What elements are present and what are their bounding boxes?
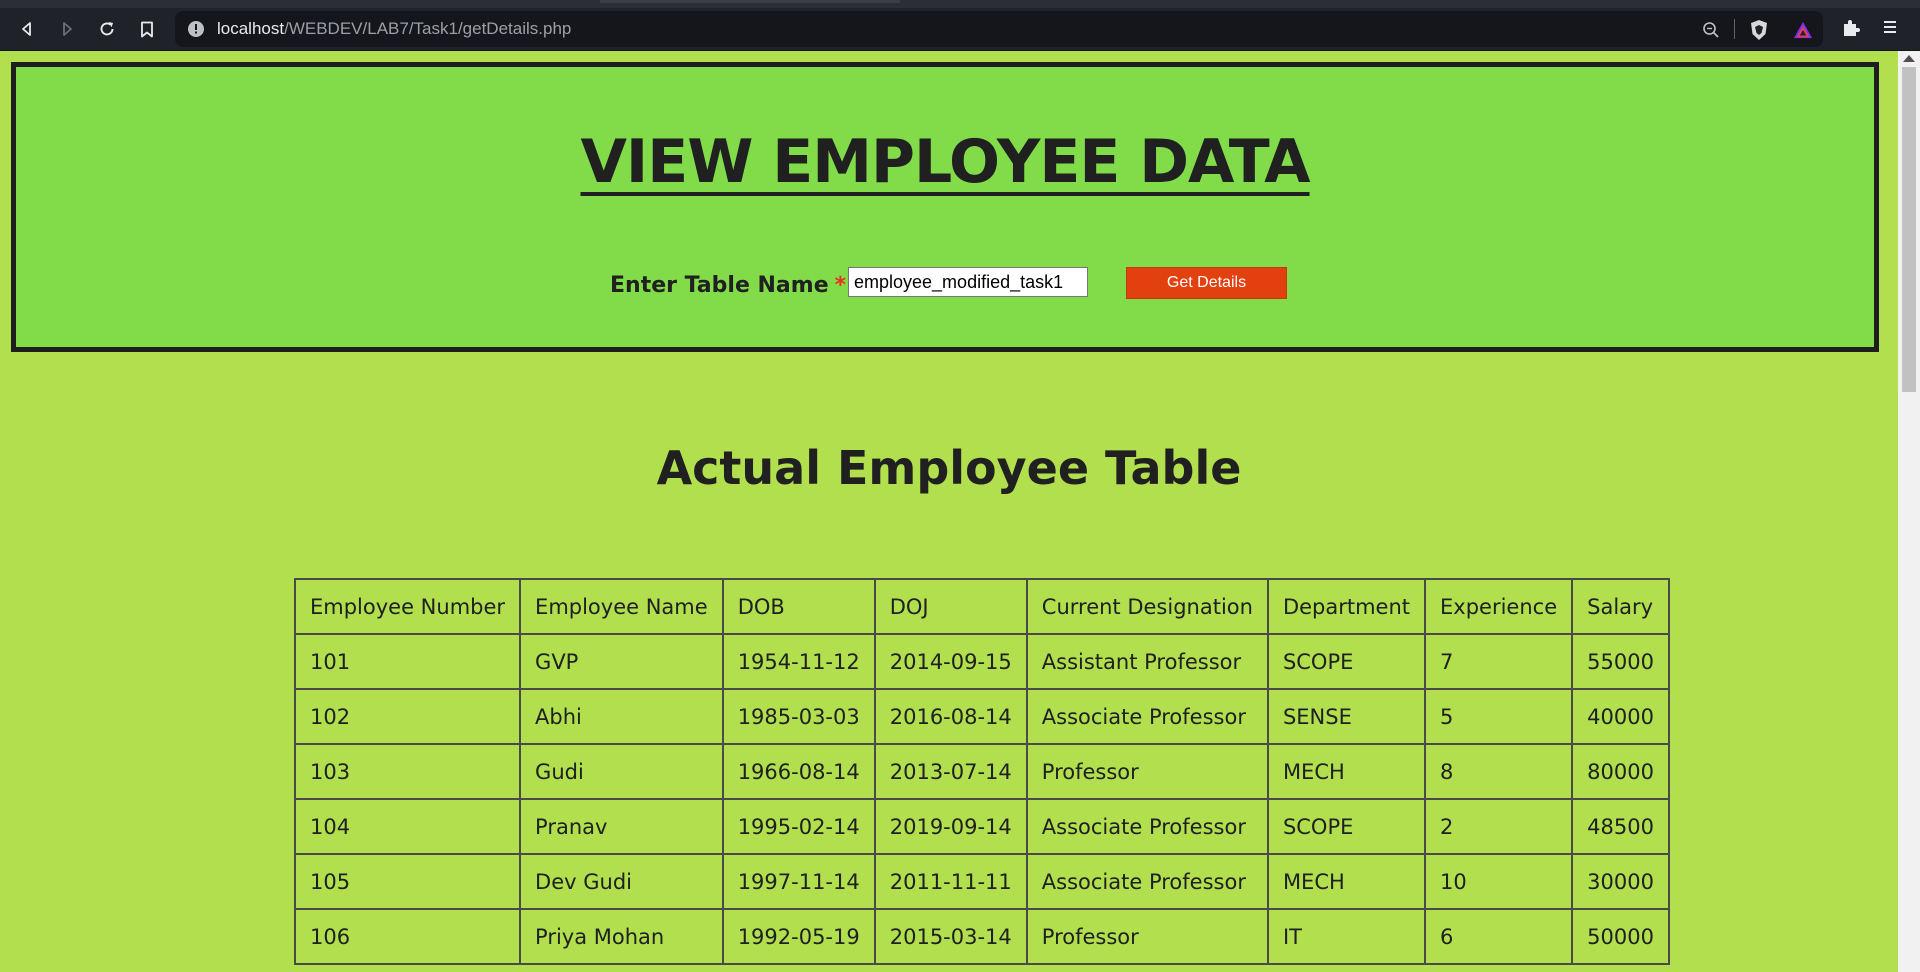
url-text[interactable]: localhost/WEBDEV/LAB7/Task1/getDetails.p…: [217, 19, 571, 39]
url-path: /WEBDEV/LAB7/Task1/getDetails.php: [284, 19, 572, 38]
scroll-up-arrow-icon[interactable]: [1903, 55, 1915, 62]
table-cell: Professor: [1025, 743, 1269, 800]
table-cell: 103: [293, 743, 522, 800]
browser-toolbar: localhost/WEBDEV/LAB7/Task1/getDetails.p…: [0, 8, 1920, 51]
table-cell: 5: [1424, 688, 1574, 745]
table-cell: 2: [1424, 798, 1574, 855]
table-cell: 2014-09-15: [873, 633, 1028, 690]
table-cell: 1992-05-19: [721, 908, 876, 965]
table-cell: 1995-02-14: [721, 798, 876, 855]
table-cell: Gudi: [519, 743, 724, 800]
table-cell: 2013-07-14: [873, 743, 1028, 800]
table-row: 106 Priya Mohan 1992-05-19 2015-03-14 Profes…: [293, 908, 1670, 965]
required-mark: *: [834, 273, 847, 298]
table-cell: 102: [293, 688, 522, 745]
table-cell: 101: [293, 633, 522, 690]
menu-icon[interactable]: [1880, 17, 1900, 37]
table-cell: 2011-11-11: [873, 853, 1028, 910]
table-cell: 1966-08-14: [721, 743, 876, 800]
separator: [1734, 19, 1735, 39]
table-cell: 1997-11-14: [721, 853, 876, 910]
table-cell: SCOPE: [1266, 798, 1427, 855]
table-cell: Priya Mohan: [519, 908, 724, 965]
table-cell: Associate Professor: [1025, 688, 1269, 745]
table-cell: 50000: [1571, 908, 1670, 965]
table-header-row: Employee Number Employee Name DOB DOJ Cu…: [293, 578, 1670, 635]
table-cell: 6: [1424, 908, 1574, 965]
page-title-text: VIEW EMPLOYEE DATA: [580, 127, 1310, 197]
table-cell: 2016-08-14: [873, 688, 1028, 745]
table-cell: Pranav: [519, 798, 724, 855]
table-cell: 1954-11-12: [721, 633, 876, 690]
employee-table: Employee Number Employee Name DOB DOJ Cu…: [293, 578, 1670, 965]
table-cell: IT: [1266, 908, 1427, 965]
table-name-label-text: Enter Table Name: [610, 273, 829, 298]
col-employee-name: Employee Name: [519, 578, 724, 635]
table-cell: Abhi: [519, 688, 724, 745]
col-dob: DOB: [721, 578, 876, 635]
header-panel: VIEW EMPLOYEE DATA Enter Table Name* Get…: [11, 62, 1879, 352]
address-bar[interactable]: localhost/WEBDEV/LAB7/Task1/getDetails.p…: [175, 11, 1823, 47]
col-employee-number: Employee Number: [293, 578, 522, 635]
extensions-icon[interactable]: [1841, 17, 1861, 37]
table-cell: SCOPE: [1266, 633, 1427, 690]
reload-icon[interactable]: [94, 16, 120, 42]
table-cell: 106: [293, 908, 522, 965]
table-cell: Associate Professor: [1025, 853, 1269, 910]
table-cell: SENSE: [1266, 688, 1427, 745]
table-cell: 55000: [1571, 633, 1670, 690]
table-cell: 104: [293, 798, 522, 855]
table-cell: MECH: [1266, 743, 1427, 800]
vertical-scrollbar[interactable]: [1898, 51, 1920, 972]
zoom-icon[interactable]: [1701, 20, 1721, 40]
tab-strip: [0, 0, 1920, 8]
table-cell: 1985-03-03: [721, 688, 876, 745]
info-icon[interactable]: [187, 20, 205, 42]
table-cell: 30000: [1571, 853, 1670, 910]
table-row: 104 Pranav 1995-02-14 2019-09-14 Associate P…: [293, 798, 1670, 855]
table-cell: 48500: [1571, 798, 1670, 855]
table-cell: 8: [1424, 743, 1574, 800]
table-row: 103 Gudi 1966-08-14 2013-07-14 Professor MECH…: [293, 743, 1670, 800]
brave-rewards-icon[interactable]: [1793, 20, 1813, 40]
table-name-input[interactable]: [848, 267, 1088, 297]
table-row: 105 Dev Gudi 1997-11-14 2011-11-11 Associate…: [293, 853, 1670, 910]
col-doj: DOJ: [873, 578, 1028, 635]
section-title: Actual Employee Table: [656, 441, 1242, 495]
bookmark-icon[interactable]: [134, 16, 160, 42]
table-cell: 2015-03-14: [873, 908, 1028, 965]
table-name-form: Enter Table Name* Get Details: [16, 267, 1874, 303]
col-experience: Experience: [1424, 578, 1574, 635]
active-tab-edge: [600, 0, 900, 3]
col-current-designation: Current Designation: [1025, 578, 1269, 635]
url-host: localhost: [217, 19, 285, 38]
scroll-thumb[interactable]: [1902, 67, 1916, 392]
back-icon[interactable]: [14, 16, 40, 42]
table-cell: Dev Gudi: [519, 853, 724, 910]
table-cell: 7: [1424, 633, 1574, 690]
col-salary: Salary: [1571, 578, 1670, 635]
table-row: 102 Abhi 1985-03-03 2016-08-14 Associate Pro…: [293, 688, 1670, 745]
table-body: 101 GVP 1954-11-12 2014-09-15 Assistant Prof…: [293, 633, 1670, 965]
table-cell: GVP: [519, 633, 724, 690]
brave-shield-icon[interactable]: [1749, 20, 1769, 40]
table-cell: Assistant Professor: [1025, 633, 1269, 690]
forward-icon[interactable]: [54, 16, 80, 42]
col-department: Department: [1266, 578, 1427, 635]
table-cell: 40000: [1571, 688, 1670, 745]
table-row: 101 GVP 1954-11-12 2014-09-15 Assistant Prof…: [293, 633, 1670, 690]
table-cell: Associate Professor: [1025, 798, 1269, 855]
table-name-label: Enter Table Name *: [610, 273, 846, 298]
page-title: VIEW EMPLOYEE DATA: [16, 127, 1874, 197]
table-cell: MECH: [1266, 853, 1427, 910]
table-cell: 10: [1424, 853, 1574, 910]
get-details-button[interactable]: Get Details: [1126, 267, 1287, 299]
table-cell: Professor: [1025, 908, 1269, 965]
table-cell: 80000: [1571, 743, 1670, 800]
table-cell: 2019-09-14: [873, 798, 1028, 855]
table-cell: 105: [293, 853, 522, 910]
